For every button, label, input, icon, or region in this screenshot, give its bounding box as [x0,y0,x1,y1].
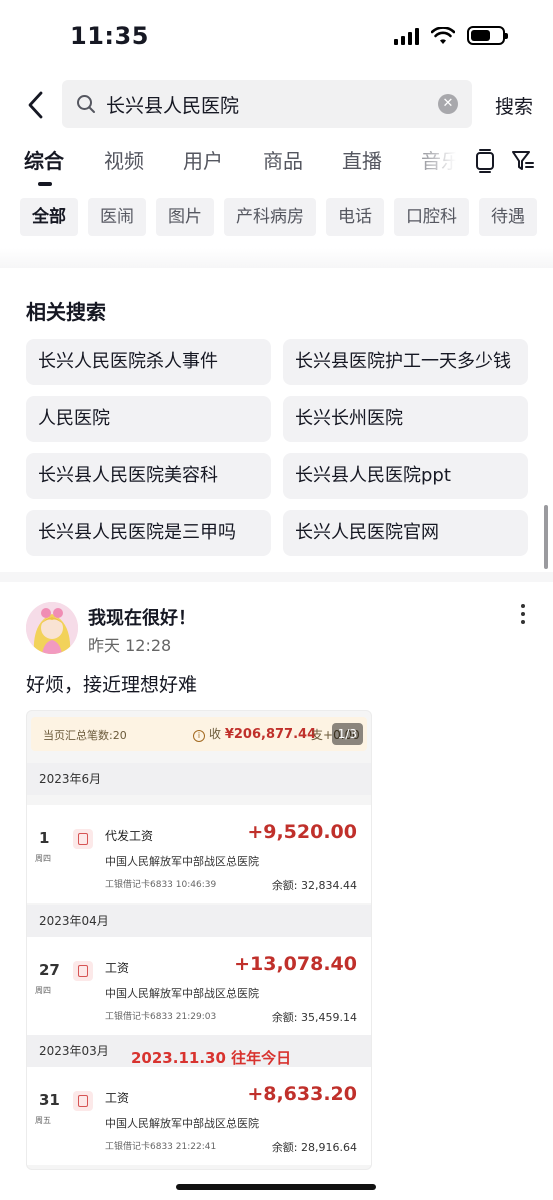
related-search-item[interactable]: 长兴县人民医院美容科 [26,453,271,499]
post-card: 我现在很好！ 昨天 12:28 好烦，接近理想好难 当页汇总笔数:20 i收 ¥… [0,582,553,1200]
status-time: 11:35 [70,22,149,50]
avatar[interactable] [26,602,78,654]
search-icon [77,95,95,113]
search-query-text: 长兴县人民医院 [106,94,240,117]
transaction-row: 1 周四 代发工资 +9,520.00 中国人民解放军中部战区总医院 工银借记卡… [27,805,371,903]
status-bar: 11:35 [0,0,553,76]
tab-products[interactable]: 商品 [263,145,303,174]
filter-chips: 全部 医闹 图片 产科病房 电话 口腔科 待遇 [20,198,537,236]
chip-item[interactable]: 待遇 [479,198,537,236]
transaction-icon [73,1091,93,1111]
info-icon: i [193,730,205,742]
transaction-row: 31 周五 工资 +8,633.20 中国人民解放军中部战区总医院 工银借记卡6… [27,1067,371,1165]
search-button[interactable]: 搜索 [495,92,533,119]
transaction-icon [73,829,93,849]
tab-comprehensive[interactable]: 综合 [24,145,64,174]
divider [0,572,553,582]
summary-income: i收 ¥206,877.44 [193,725,316,742]
status-icons [394,26,508,45]
related-searches-grid: 长兴人民医院杀人事件 长兴县医院护工一天多少钱 人民医院 长兴长州医院 长兴县人… [26,339,528,556]
related-searches: 相关搜索 长兴人民医院杀人事件 长兴县医院护工一天多少钱 人民医院 长兴长州医院… [0,278,553,572]
chip-all[interactable]: 全部 [20,198,78,236]
post-text: 好烦，接近理想好难 [26,674,198,696]
tab-users[interactable]: 用户 [183,145,223,174]
post-author[interactable]: 我现在很好！ [88,604,196,630]
active-tab-indicator [38,182,52,186]
post-image[interactable]: 当页汇总笔数:20 i收 ¥206,877.44 支+0.00 1/3 2023… [26,710,372,1170]
battery-icon [467,26,508,45]
related-search-item[interactable]: 长兴人民医院官网 [283,510,528,556]
related-search-item[interactable]: 人民医院 [26,396,271,442]
chip-item[interactable]: 口腔科 [394,198,469,236]
layout-toggle-icon[interactable] [474,149,496,173]
result-tabs: 综合 视频 用户 商品 直播 音乐 [0,145,553,191]
filter-icon[interactable] [511,149,535,173]
clear-search-icon[interactable]: ✕ [438,94,458,114]
image-page-badge: 1/3 [331,723,363,745]
back-button[interactable] [20,88,50,122]
related-search-item[interactable]: 长兴长州医院 [283,396,528,442]
month-header: 2023年04月 [27,905,371,937]
related-search-item[interactable]: 长兴县人民医院ppt [283,453,528,499]
scrollbar[interactable] [544,505,548,569]
chip-item[interactable]: 产科病房 [224,198,316,236]
month-header: 2023年6月 [27,763,371,795]
tab-video[interactable]: 视频 [104,145,144,174]
chip-item[interactable]: 医闹 [88,198,146,236]
more-options-icon[interactable] [519,604,527,624]
search-header: 长兴县人民医院 ✕ 搜索 [0,80,553,130]
post-time: 昨天 12:28 [88,636,172,655]
related-searches-title: 相关搜索 [26,300,106,324]
chip-item[interactable]: 图片 [156,198,214,236]
related-search-item[interactable]: 长兴人民医院杀人事件 [26,339,271,385]
wifi-icon [431,26,455,44]
transaction-row: 27 周四 工资 +13,078.40 中国人民解放军中部战区总医院 工银借记卡… [27,937,371,1035]
related-search-item[interactable]: 长兴县医院护工一天多少钱 [283,339,528,385]
divider [0,248,553,268]
transaction-icon [73,961,93,981]
chip-item[interactable]: 电话 [326,198,384,236]
summary-count: 当页汇总笔数:20 [43,729,127,742]
search-input[interactable]: 长兴县人民医院 ✕ [62,80,472,128]
related-search-item[interactable]: 长兴县人民医院是三甲吗 [26,510,271,556]
tab-live[interactable]: 直播 [342,145,382,174]
summary-bar: 当页汇总笔数:20 i收 ¥206,877.44 支+0.00 [31,717,367,751]
memory-date-label: 2023.11.30 往年今日 [131,1049,292,1067]
home-indicator[interactable] [176,1184,376,1190]
cellular-signal-icon [394,27,419,45]
chevron-left-icon [28,91,43,119]
avatar-image [26,602,78,654]
